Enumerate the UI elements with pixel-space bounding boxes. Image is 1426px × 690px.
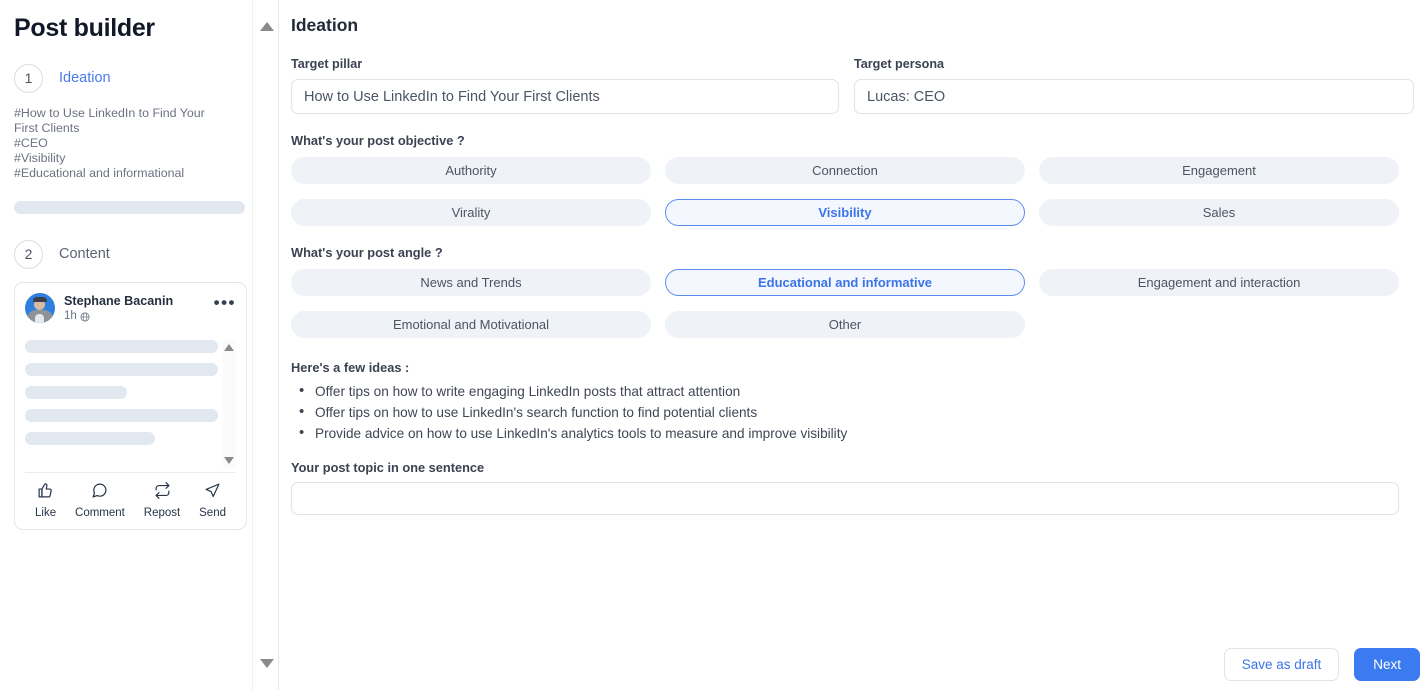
- post-body-scrollbar[interactable]: [223, 340, 236, 468]
- list-item: Offer tips on how to write engaging Link…: [297, 380, 1426, 402]
- target-fields-row: Target pillar Target persona: [291, 56, 1426, 114]
- sidebar-step-ideation[interactable]: 1 Ideation: [14, 60, 231, 96]
- skeleton-line: [25, 363, 218, 376]
- page-title: Ideation: [291, 15, 359, 35]
- repost-icon: [154, 482, 171, 504]
- objective-options: Authority Connection Engagement Virality…: [291, 157, 1426, 226]
- objective-section-label: What's your post objective ?: [291, 133, 465, 148]
- angle-options: News and Trends Educational and informat…: [291, 269, 1426, 338]
- scroll-down-arrow-icon[interactable]: [224, 457, 234, 464]
- post-action-label: Send: [199, 507, 226, 519]
- target-persona-label: Target persona: [854, 57, 945, 71]
- footer-actions: Save as draft Next: [1223, 648, 1420, 681]
- scroll-down-arrow-icon[interactable]: [260, 659, 274, 668]
- target-persona-field: Target persona: [854, 56, 1414, 114]
- objective-option-connection[interactable]: Connection: [665, 157, 1025, 184]
- angle-option-other[interactable]: Other: [665, 311, 1025, 338]
- tag-angle: #Educational and informational: [14, 166, 185, 180]
- skeleton-line: [25, 386, 127, 399]
- post-topic-input[interactable]: [291, 482, 1399, 515]
- target-pillar-input[interactable]: [291, 79, 839, 114]
- post-body-skeleton: [25, 340, 236, 468]
- tag-objective: #Visibility: [14, 151, 66, 165]
- post-action-label: Repost: [143, 507, 181, 519]
- target-pillar-label: Target pillar: [291, 57, 363, 71]
- step-number-badge: 2: [14, 239, 43, 269]
- post-preview-card: Stephane Bacanin 1h ••• Like Comment Rep…: [14, 282, 247, 530]
- ideas-title: Here's a few ideas :: [291, 360, 410, 375]
- angle-option-emotional-and-motivational[interactable]: Emotional and Motivational: [291, 311, 651, 338]
- sidebar-step-content-wrap: 2 Content Stephane Bacanin 1h ••• Like C…: [14, 236, 247, 530]
- sidebar-step-label-content: Content: [59, 246, 110, 262]
- globe-icon: [80, 312, 90, 322]
- comment-bubble-icon: [91, 482, 108, 504]
- main-panel: Ideation Target pillar Target persona Wh…: [279, 0, 1426, 690]
- scroll-up-arrow-icon[interactable]: [224, 344, 234, 351]
- post-action-label: Like: [35, 507, 57, 519]
- post-topic-label: Your post topic in one sentence: [291, 460, 485, 475]
- angle-option-educational-and-informative[interactable]: Educational and informative: [665, 269, 1025, 296]
- list-item: Offer tips on how to use LinkedIn's sear…: [297, 401, 1426, 423]
- topic-placeholder-skeleton: [14, 201, 245, 214]
- step-number-badge: 1: [14, 63, 43, 93]
- post-author-name: Stephane Bacanin: [64, 294, 174, 308]
- tag-persona: #CEO: [14, 136, 48, 150]
- save-as-draft-button[interactable]: Save as draft: [1223, 648, 1340, 681]
- skeleton-line: [25, 409, 218, 422]
- angle-option-engagement-and-interaction[interactable]: Engagement and interaction: [1039, 269, 1399, 296]
- post-action-comment[interactable]: Comment: [75, 482, 125, 519]
- target-pillar-field: Target pillar: [291, 56, 839, 114]
- post-actions: Like Comment Repost Send: [25, 473, 236, 521]
- objective-option-visibility[interactable]: Visibility: [665, 199, 1025, 226]
- list-item: Provide advice on how to use LinkedIn's …: [297, 422, 1426, 444]
- sidebar-scrollbar[interactable]: [252, 0, 278, 690]
- sidebar-step-content[interactable]: 2 Content: [14, 236, 231, 272]
- sidebar-content: Post builder 1 Ideation #How to Use Link…: [0, 0, 247, 530]
- sidebar: Post builder 1 Ideation #How to Use Link…: [0, 0, 279, 690]
- objective-option-authority[interactable]: Authority: [291, 157, 651, 184]
- thumbs-up-icon: [37, 482, 54, 504]
- avatar: [25, 293, 55, 323]
- sidebar-step-label-ideation: Ideation: [59, 70, 111, 86]
- post-action-send[interactable]: Send: [199, 482, 226, 519]
- tag-pillar: #How to Use LinkedIn to Find Your First …: [14, 106, 205, 135]
- post-meta: 1h: [64, 309, 173, 324]
- send-paper-plane-icon: [204, 482, 221, 504]
- angle-section-label: What's your post angle ?: [291, 245, 443, 260]
- post-action-repost[interactable]: Repost: [144, 482, 180, 519]
- post-action-like[interactable]: Like: [35, 482, 56, 519]
- post-preview-header: Stephane Bacanin 1h •••: [25, 293, 236, 324]
- target-persona-input[interactable]: [854, 79, 1414, 114]
- objective-option-virality[interactable]: Virality: [291, 199, 651, 226]
- skeleton-line: [25, 340, 218, 353]
- objective-option-sales[interactable]: Sales: [1039, 199, 1399, 226]
- more-options-icon[interactable]: •••: [214, 293, 236, 311]
- post-builder-app: Post builder 1 Ideation #How to Use Link…: [0, 0, 1426, 690]
- post-time: 1h: [64, 310, 77, 322]
- post-action-label: Comment: [75, 507, 125, 519]
- app-title: Post builder: [14, 14, 155, 42]
- angle-option-news-and-trends[interactable]: News and Trends: [291, 269, 651, 296]
- ideas-list: Offer tips on how to write engaging Link…: [291, 380, 1426, 444]
- next-button[interactable]: Next: [1354, 648, 1420, 681]
- scroll-up-arrow-icon[interactable]: [260, 22, 274, 31]
- selected-tags: #How to Use LinkedIn to Find Your First …: [14, 106, 231, 181]
- objective-option-engagement[interactable]: Engagement: [1039, 157, 1399, 184]
- skeleton-line: [25, 432, 155, 445]
